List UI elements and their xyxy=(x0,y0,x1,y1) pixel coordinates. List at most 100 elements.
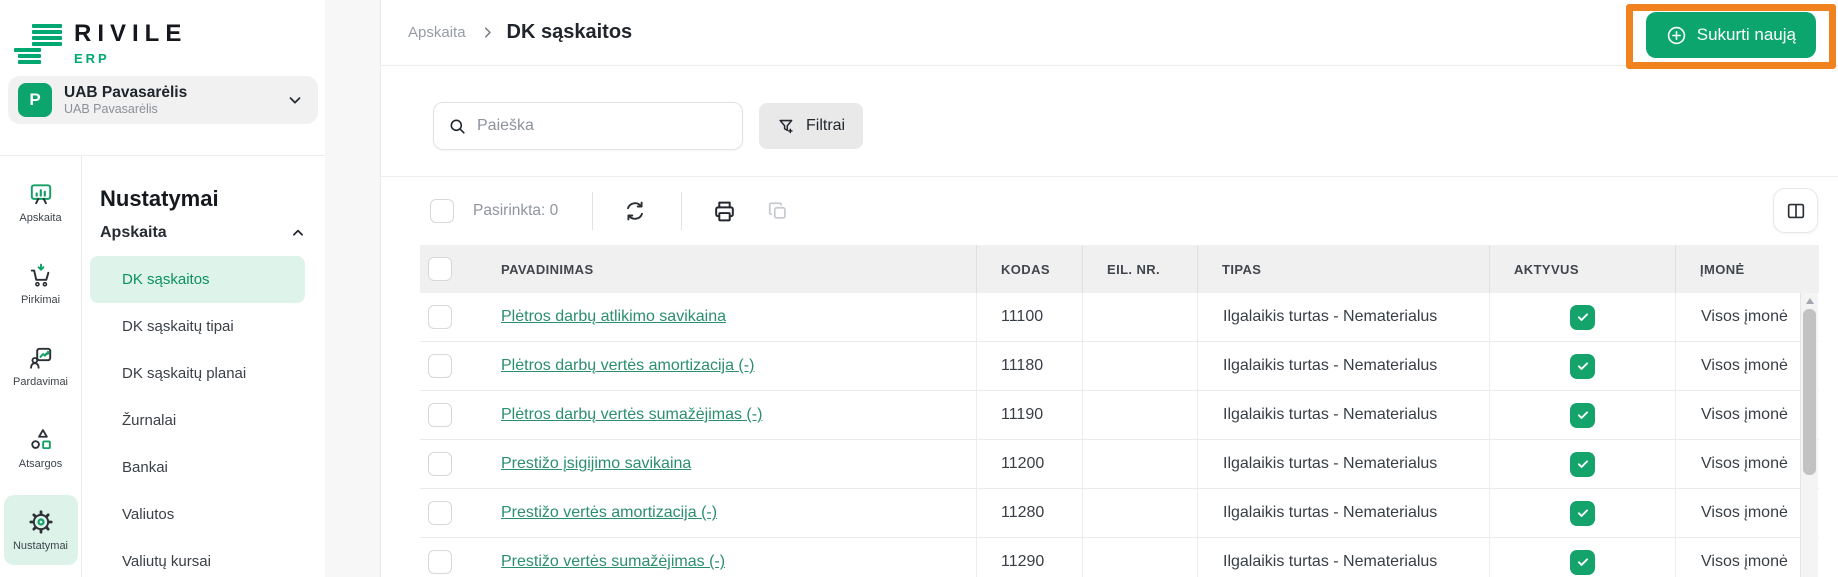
row-checkbox[interactable] xyxy=(428,550,452,574)
sidebar-gutter xyxy=(325,0,380,577)
submenu-item-bankai[interactable]: Bankai xyxy=(90,444,305,491)
account-company: Visos įmonė xyxy=(1675,342,1819,390)
gear-icon xyxy=(28,509,54,535)
select-all-checkbox[interactable] xyxy=(430,199,454,223)
submenu-section-label: Apskaita xyxy=(100,224,167,242)
rail-item-nustatymai[interactable]: Nustatymai xyxy=(4,495,78,565)
account-type: Ilgalaikis turtas - Nematerialus xyxy=(1197,440,1489,488)
nav-rail: Apskaita Pirkimai xyxy=(0,156,82,577)
search-icon xyxy=(448,117,467,136)
account-link[interactable]: Plėtros darbų vertės sumažėjimas (-) xyxy=(501,406,762,423)
chart-board-icon xyxy=(28,181,54,207)
copy-icon[interactable] xyxy=(767,200,789,222)
account-code: 11190 xyxy=(976,391,1082,439)
table-row: Plėtros darbų atlikimo savikaina 11100 I… xyxy=(420,293,1819,342)
toolbar-divider xyxy=(681,192,682,230)
table-row: Plėtros darbų vertės amortizacija (-) 11… xyxy=(420,342,1819,391)
settings-submenu: Nustatymai Apskaita DK sąskaitos DK sąsk… xyxy=(82,156,325,577)
column-settings-button[interactable] xyxy=(1773,188,1818,233)
account-type: Ilgalaikis turtas - Nematerialus xyxy=(1197,391,1489,439)
accounts-table: PAVADINIMAS KODAS EIL. NR. TIPAS AKTYVUS… xyxy=(420,245,1819,577)
rail-item-apskaita[interactable]: Apskaita xyxy=(4,168,78,238)
column-header-pavadinimas[interactable]: PAVADINIMAS xyxy=(480,262,976,277)
rail-item-label: Apskaita xyxy=(19,212,61,224)
account-code: 11100 xyxy=(976,293,1082,341)
sales-chart-icon xyxy=(28,345,54,371)
breadcrumb-parent[interactable]: Apskaita xyxy=(408,24,466,41)
submenu-item-dk-saskaitos[interactable]: DK sąskaitos xyxy=(90,256,305,303)
account-company: Visos įmonė xyxy=(1675,489,1819,537)
submenu-section-apskaita[interactable]: Apskaita xyxy=(100,224,325,242)
account-link[interactable]: Plėtros darbų vertės amortizacija (-) xyxy=(501,357,754,374)
account-type: Ilgalaikis turtas - Nematerialus xyxy=(1197,342,1489,390)
table-header-row: PAVADINIMAS KODAS EIL. NR. TIPAS AKTYVUS… xyxy=(420,245,1819,293)
grid-toolbar: Pasirinkta: 0 xyxy=(381,177,1838,245)
active-check-icon xyxy=(1570,501,1595,526)
account-link[interactable]: Prestižo vertės amortizacija (-) xyxy=(501,504,717,521)
sidebar: RIVILE ERP P UAB Pavasarėlis UAB Pavasar… xyxy=(0,0,325,577)
shapes-icon xyxy=(28,427,54,453)
sidebar-header: RIVILE ERP P UAB Pavasarėlis UAB Pavasar… xyxy=(0,0,325,156)
rail-item-pardavimai[interactable]: Pardavimai xyxy=(4,332,78,402)
rail-item-pirkimai[interactable]: Pirkimai xyxy=(4,250,78,320)
table-row: Prestižo įsigijimo savikaina 11200 Ilgal… xyxy=(420,440,1819,489)
page-header: Apskaita DK sąskaitos xyxy=(381,0,1838,66)
column-header-imone[interactable]: ĮMONĖ xyxy=(1675,245,1819,293)
account-type: Ilgalaikis turtas - Nematerialus xyxy=(1197,538,1489,577)
rail-item-atsargos[interactable]: Atsargos xyxy=(4,413,78,483)
scrollbar-up-arrow[interactable] xyxy=(1801,293,1818,309)
account-code: 11290 xyxy=(976,538,1082,577)
submenu-item-valiutos[interactable]: Valiutos xyxy=(90,491,305,538)
company-subtitle: UAB Pavasarėlis xyxy=(64,102,286,117)
account-eil-nr xyxy=(1082,538,1197,577)
column-header-eil-nr[interactable]: EIL. NR. xyxy=(1082,245,1197,293)
row-checkbox[interactable] xyxy=(428,403,452,427)
refresh-icon[interactable] xyxy=(623,199,647,223)
create-new-button[interactable]: Sukurti naują xyxy=(1646,12,1816,58)
filters-row: Filtrai xyxy=(381,66,1838,177)
company-name: UAB Pavasarėlis xyxy=(64,83,286,102)
account-company: Visos įmonė xyxy=(1675,538,1819,577)
scrollbar-thumb[interactable] xyxy=(1803,309,1816,475)
filters-button[interactable]: Filtrai xyxy=(759,103,863,149)
search-input[interactable] xyxy=(477,117,728,135)
rail-item-label: Pardavimai xyxy=(13,376,68,388)
submenu-item-dk-saskaitu-tipai[interactable]: DK sąskaitų tipai xyxy=(90,303,305,350)
table-vertical-scrollbar xyxy=(1800,293,1818,577)
column-header-tipas[interactable]: TIPAS xyxy=(1197,245,1489,293)
chevron-right-icon xyxy=(480,25,495,40)
row-checkbox[interactable] xyxy=(428,305,452,329)
account-eil-nr xyxy=(1082,391,1197,439)
header-checkbox[interactable] xyxy=(428,257,452,281)
account-code: 11200 xyxy=(976,440,1082,488)
rivile-bars-icon xyxy=(14,22,64,64)
chevron-down-icon xyxy=(286,91,304,109)
active-check-icon xyxy=(1570,452,1595,477)
company-selector[interactable]: P UAB Pavasarėlis UAB Pavasarėlis xyxy=(8,76,318,124)
account-code: 11280 xyxy=(976,489,1082,537)
submenu-item-dk-saskaitu-planai[interactable]: DK sąskaitų planai xyxy=(90,350,305,397)
chevron-up-icon xyxy=(291,226,305,240)
search-box xyxy=(433,102,743,150)
row-checkbox[interactable] xyxy=(428,452,452,476)
brand-tagline: ERP xyxy=(74,51,187,66)
row-checkbox[interactable] xyxy=(428,354,452,378)
account-link[interactable]: Plėtros darbų atlikimo savikaina xyxy=(501,308,726,325)
active-check-icon xyxy=(1570,550,1595,575)
plus-circle-icon xyxy=(1666,25,1687,46)
company-avatar: P xyxy=(18,83,52,117)
account-eil-nr xyxy=(1082,489,1197,537)
active-check-icon xyxy=(1570,305,1595,330)
account-eil-nr xyxy=(1082,293,1197,341)
submenu-item-valiutu-kursai[interactable]: Valiutų kursai xyxy=(90,538,305,577)
row-checkbox[interactable] xyxy=(428,501,452,525)
account-link[interactable]: Prestižo įsigijimo savikaina xyxy=(501,455,691,472)
rivile-erp-app: RIVILE ERP P UAB Pavasarėlis UAB Pavasar… xyxy=(0,0,1838,577)
account-link[interactable]: Prestižo vertės sumažėjimas (-) xyxy=(501,553,725,570)
account-company: Visos įmonė xyxy=(1675,391,1819,439)
submenu-item-zurnalai[interactable]: Žurnalai xyxy=(90,397,305,444)
column-header-aktyvus[interactable]: AKTYVUS xyxy=(1489,245,1675,293)
column-header-kodas[interactable]: KODAS xyxy=(976,245,1082,293)
print-icon[interactable] xyxy=(712,199,737,224)
cart-icon xyxy=(28,263,54,289)
